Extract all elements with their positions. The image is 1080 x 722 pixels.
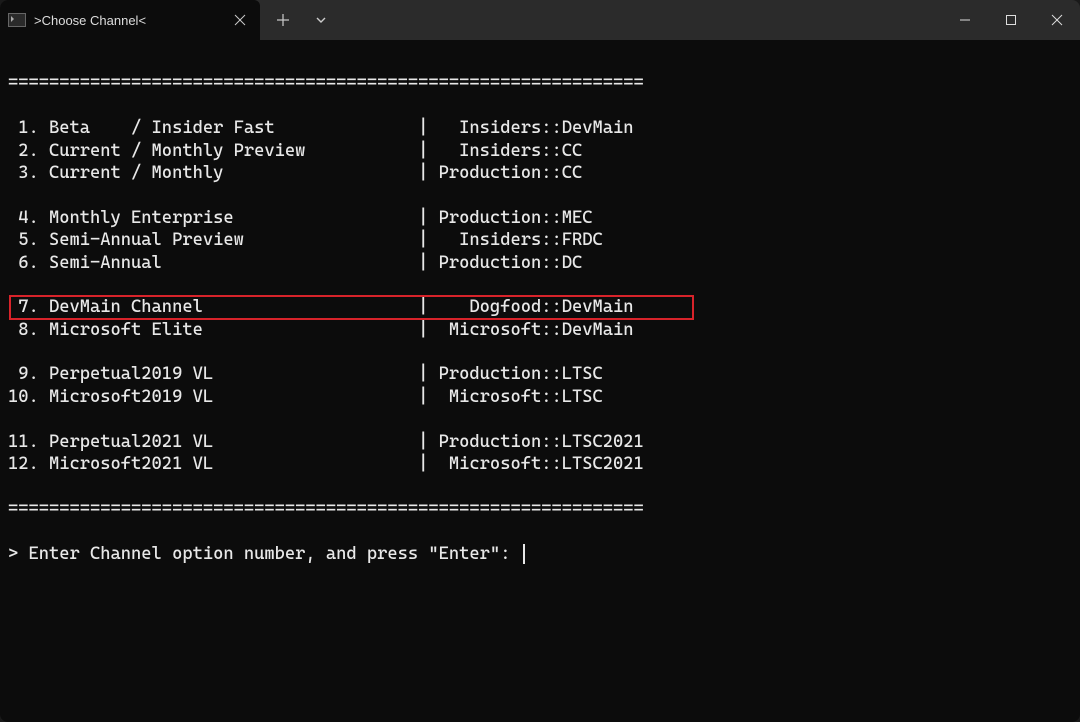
maximize-icon (1005, 14, 1017, 26)
blank-line (8, 275, 18, 295)
plus-icon (276, 13, 290, 27)
divider-line: ========================================… (8, 499, 644, 519)
option-line: 6. Semi-Annual | Production::DC (8, 253, 582, 273)
divider-line: ========================================… (8, 73, 644, 93)
option-line-highlighted: 7. DevMain Channel | Dogfood::DevMain (8, 297, 634, 317)
close-icon (1051, 14, 1063, 26)
blank-line (8, 185, 18, 205)
tab-close-button[interactable] (232, 12, 248, 28)
tab-title: >Choose Channel< (34, 13, 224, 28)
tab-actions (260, 5, 344, 35)
tab-dropdown-button[interactable] (304, 5, 338, 35)
option-line: 4. Monthly Enterprise | Production::MEC (8, 208, 592, 228)
prompt-line: > Enter Channel option number, and press… (8, 544, 521, 564)
option-line: 11. Perpetual2021 VL | Production::LTSC2… (8, 432, 644, 452)
blank-line (8, 96, 18, 116)
active-tab[interactable]: >Choose Channel< (0, 0, 260, 40)
blank-line (8, 521, 18, 541)
maximize-button[interactable] (988, 0, 1034, 40)
blank-line (8, 409, 18, 429)
option-line: 10. Microsoft2019 VL | Microsoft::LTSC (8, 387, 603, 407)
terminal-output[interactable]: ========================================… (0, 40, 1080, 722)
option-line: 1. Beta / Insider Fast | Insiders::DevMa… (8, 118, 634, 138)
titlebar-left: >Choose Channel< (0, 0, 344, 40)
option-line: 3. Current / Monthly | Production::CC (8, 163, 582, 183)
close-window-button[interactable] (1034, 0, 1080, 40)
blank-line (8, 476, 18, 496)
window-controls (942, 0, 1080, 40)
chevron-down-icon (314, 13, 328, 27)
blank-line (8, 342, 18, 362)
option-line: 9. Perpetual2019 VL | Production::LTSC (8, 364, 603, 384)
terminal-icon (8, 13, 26, 27)
option-line: 5. Semi-Annual Preview | Insiders::FRDC (8, 230, 603, 250)
minimize-icon (959, 14, 971, 26)
text-cursor (523, 544, 525, 564)
option-line: 2. Current / Monthly Preview | Insiders:… (8, 141, 582, 161)
new-tab-button[interactable] (266, 5, 300, 35)
close-icon (234, 14, 246, 26)
titlebar: >Choose Channel< (0, 0, 1080, 40)
option-line: 12. Microsoft2021 VL | Microsoft::LTSC20… (8, 454, 644, 474)
option-line: 8. Microsoft Elite | Microsoft::DevMain (8, 320, 634, 340)
minimize-button[interactable] (942, 0, 988, 40)
